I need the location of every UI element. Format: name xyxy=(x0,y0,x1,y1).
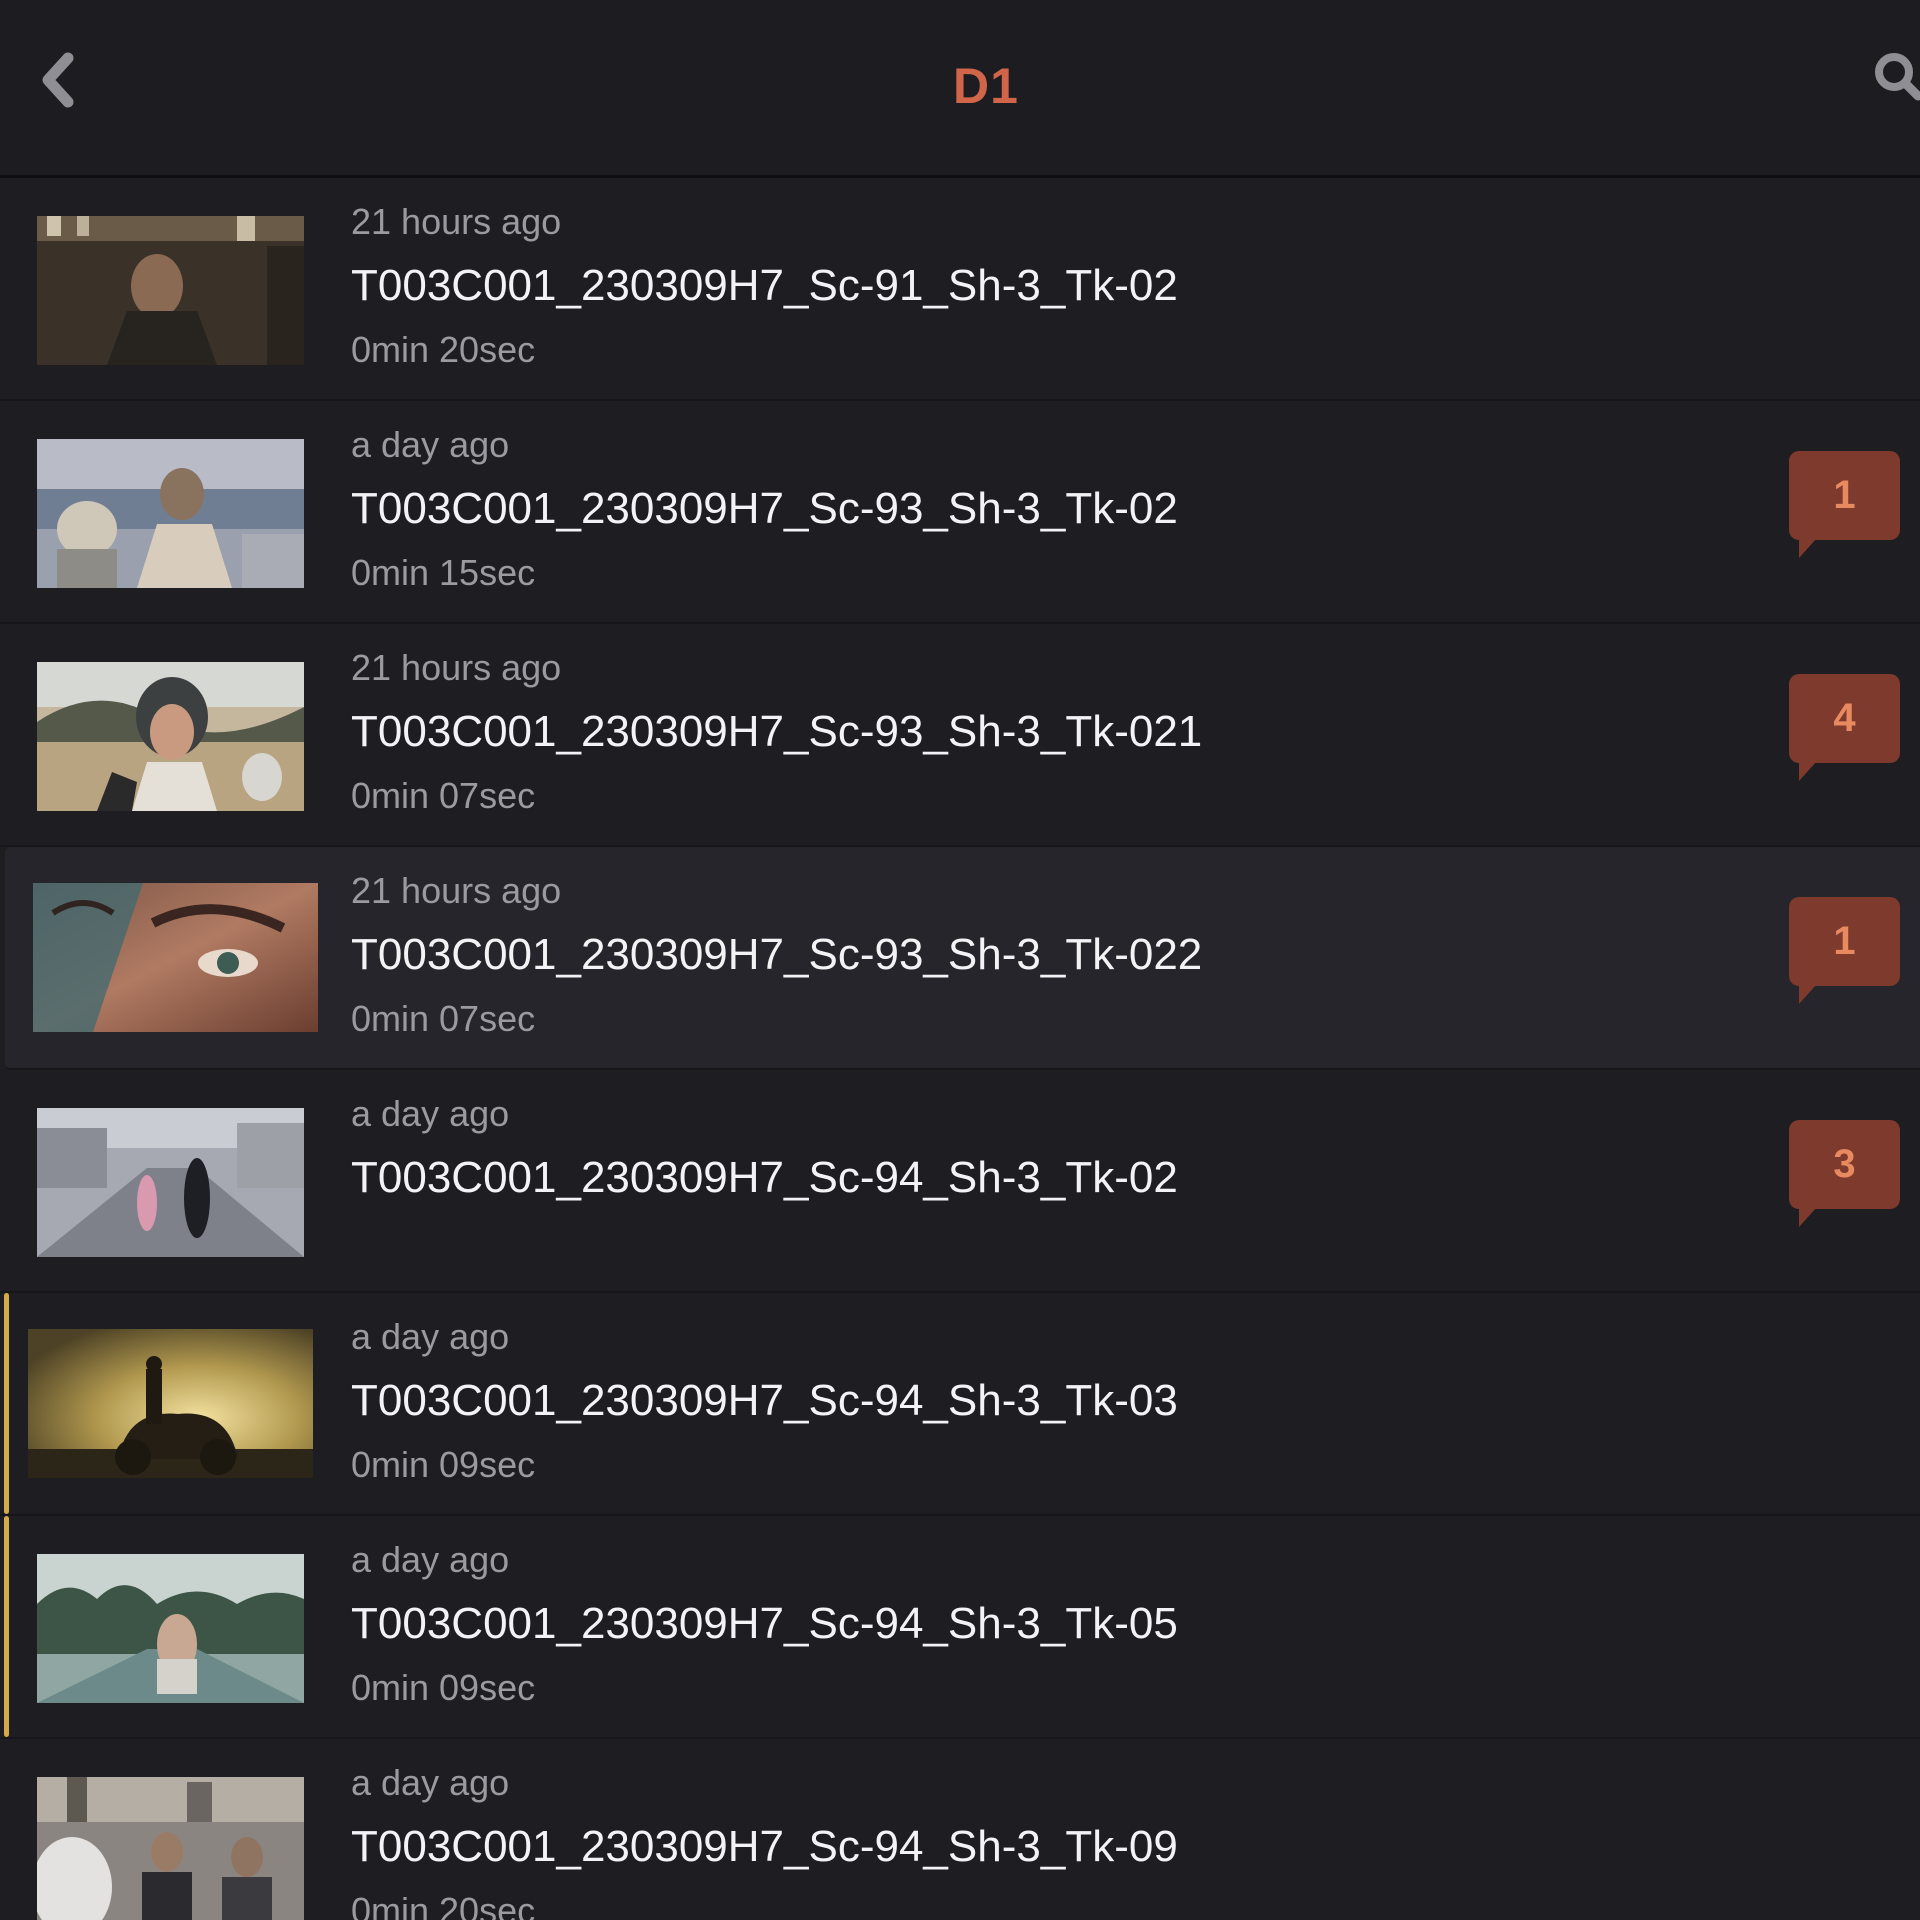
clip-thumbnail xyxy=(37,216,304,365)
clip-time: 21 hours ago xyxy=(351,647,562,688)
clip-name: T003C001_230309H7_Sc-94_Sh-3_Tk-03 xyxy=(351,1376,1178,1425)
clip-duration: 0min 20sec xyxy=(351,1890,536,1920)
clip-thumbnail xyxy=(33,883,318,1032)
clip-thumbnail xyxy=(37,662,304,811)
list-item-marked[interactable]: a day ago T003C001_230309H7_Sc-94_Sh-3_T… xyxy=(0,1516,1920,1739)
clip-meta: 21 hours ago T003C001_230309H7_Sc-93_Sh-… xyxy=(351,646,1202,818)
clip-meta: a day ago T003C001_230309H7_Sc-94_Sh-3_T… xyxy=(351,1761,1178,1920)
list-item[interactable]: 21 hours ago T003C001_230309H7_Sc-91_Sh-… xyxy=(0,178,1920,401)
clip-time: a day ago xyxy=(351,1539,510,1580)
clip-name: T003C001_230309H7_Sc-93_Sh-3_Tk-022 xyxy=(351,930,1203,979)
clip-name: T003C001_230309H7_Sc-93_Sh-3_Tk-02 xyxy=(351,484,1178,533)
page-title: D1 xyxy=(953,58,1019,114)
clip-thumbnail xyxy=(37,439,304,588)
list-item-marked[interactable]: a day ago T003C001_230309H7_Sc-94_Sh-3_T… xyxy=(0,1293,1920,1516)
clip-thumbnail xyxy=(37,1777,304,1920)
clip-name: T003C001_230309H7_Sc-94_Sh-3_Tk-09 xyxy=(351,1822,1178,1871)
clip-meta: 21 hours ago T003C001_230309H7_Sc-93_Sh-… xyxy=(351,869,1202,1041)
clip-time: 21 hours ago xyxy=(351,201,562,242)
comment-count-badge[interactable]: 1 xyxy=(1789,897,1900,1004)
list-item[interactable]: a day ago T003C001_230309H7_Sc-93_Sh-3_T… xyxy=(0,401,1920,624)
clip-time: a day ago xyxy=(351,1762,510,1803)
clip-thumbnail xyxy=(37,1554,304,1703)
clip-list: 21 hours ago T003C001_230309H7_Sc-91_Sh-… xyxy=(0,178,1920,1920)
app-window: D1 21 hours ago T003C001_230309H7_Sc-91_… xyxy=(0,0,1920,1920)
clip-name: T003C001_230309H7_Sc-94_Sh-3_Tk-05 xyxy=(351,1599,1178,1648)
comment-count-badge[interactable]: 4 xyxy=(1789,674,1900,781)
clip-name: T003C001_230309H7_Sc-91_Sh-3_Tk-02 xyxy=(351,261,1178,310)
list-item-selected[interactable]: 21 hours ago T003C001_230309H7_Sc-93_Sh-… xyxy=(5,847,1920,1070)
clip-thumbnail xyxy=(37,1108,304,1257)
list-item[interactable]: a day ago T003C001_230309H7_Sc-94_Sh-3_T… xyxy=(0,1070,1920,1293)
marker-bar xyxy=(4,1293,9,1514)
comment-count-badge[interactable]: 1 xyxy=(1789,451,1900,558)
clip-time: a day ago xyxy=(351,424,510,465)
clip-duration: 0min 07sec xyxy=(351,998,536,1039)
clip-duration: 0min 07sec xyxy=(351,775,536,816)
top-bar: D1 xyxy=(0,0,1920,178)
clip-time: 21 hours ago xyxy=(351,870,562,911)
clip-time: a day ago xyxy=(351,1093,510,1134)
clip-name: T003C001_230309H7_Sc-94_Sh-3_Tk-02 xyxy=(351,1153,1178,1202)
search-icon xyxy=(1875,53,1920,101)
list-item[interactable]: 21 hours ago T003C001_230309H7_Sc-93_Sh-… xyxy=(0,624,1920,847)
clip-duration: 0min 09sec xyxy=(351,1667,536,1708)
comment-count-badge[interactable]: 3 xyxy=(1789,1120,1900,1227)
clip-duration: 0min 20sec xyxy=(351,329,536,370)
clip-name: T003C001_230309H7_Sc-93_Sh-3_Tk-021 xyxy=(351,707,1203,756)
clip-meta: a day ago T003C001_230309H7_Sc-94_Sh-3_T… xyxy=(351,1315,1178,1487)
clip-meta: a day ago T003C001_230309H7_Sc-93_Sh-3_T… xyxy=(351,423,1178,595)
clip-time: a day ago xyxy=(351,1316,510,1357)
clip-duration: 0min 09sec xyxy=(351,1444,536,1485)
clip-meta: a day ago T003C001_230309H7_Sc-94_Sh-3_T… xyxy=(351,1538,1178,1710)
marker-bar xyxy=(4,1516,9,1737)
list-item[interactable]: a day ago T003C001_230309H7_Sc-94_Sh-3_T… xyxy=(0,1739,1920,1920)
clip-meta: a day ago T003C001_230309H7_Sc-94_Sh-3_T… xyxy=(351,1092,1178,1220)
clip-thumbnail xyxy=(28,1329,313,1478)
clip-duration: 0min 15sec xyxy=(351,552,536,593)
clip-meta: 21 hours ago T003C001_230309H7_Sc-91_Sh-… xyxy=(351,200,1178,372)
search-button[interactable] xyxy=(1872,50,1920,110)
